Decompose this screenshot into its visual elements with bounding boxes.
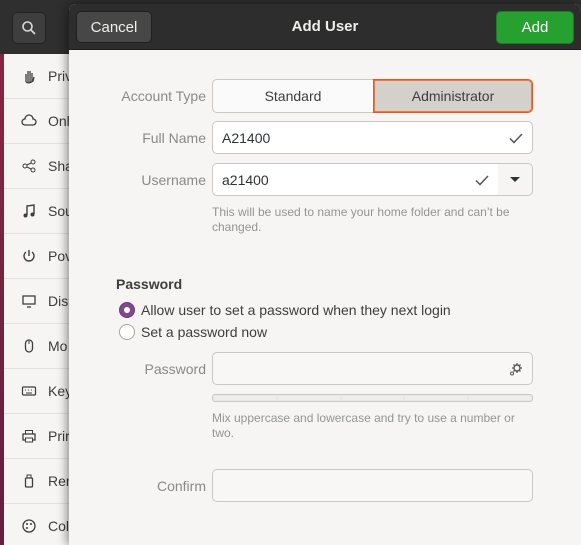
username-dropdown-button[interactable] xyxy=(498,163,533,196)
sidebar-item-color[interactable]: Col xyxy=(4,504,76,545)
sidebar-item-privacy[interactable]: Priv xyxy=(4,54,76,99)
palette-icon xyxy=(20,517,38,535)
search-button[interactable] xyxy=(12,12,46,44)
usb-icon xyxy=(20,472,38,490)
sidebar-item-sharing[interactable]: Sha xyxy=(4,144,76,189)
confirm-label: Confirm xyxy=(156,478,206,494)
username-value: a21400 xyxy=(222,171,269,188)
cloud-icon xyxy=(20,112,38,130)
password-section-title: Password xyxy=(116,276,183,292)
sidebar-item-label: Col xyxy=(48,518,70,534)
keyboard-icon xyxy=(20,382,38,400)
sidebar-item-mouse[interactable]: Mo xyxy=(4,324,76,369)
power-icon xyxy=(20,247,38,265)
add-button[interactable]: Add xyxy=(496,11,574,44)
display-icon xyxy=(20,292,38,310)
cancel-button[interactable]: Cancel xyxy=(76,11,152,43)
checkmark-icon xyxy=(509,133,523,144)
mouse-icon xyxy=(20,337,38,355)
chevron-down-icon xyxy=(510,176,520,182)
hand-icon xyxy=(20,67,38,85)
sidebar-item-label: Prir xyxy=(48,428,70,444)
radio-set-password-now[interactable]: Set a password now xyxy=(119,324,267,340)
full-name-label: Full Name xyxy=(142,130,206,146)
password-hint: Mix uppercase and lowercase and try to u… xyxy=(212,411,515,440)
sidebar-item-sound[interactable]: Sou xyxy=(4,189,76,234)
username-hint: This will be used to name your home fold… xyxy=(212,205,510,234)
account-type-standard-button[interactable]: Standard xyxy=(212,79,374,113)
confirm-password-field[interactable] xyxy=(212,469,533,502)
radio-button-checked[interactable] xyxy=(119,302,135,318)
sidebar-item-label: Onl xyxy=(48,113,70,129)
radio-button-unchecked[interactable] xyxy=(119,324,135,340)
radio-label: Set a password now xyxy=(141,324,268,340)
full-name-value: A21400 xyxy=(222,129,271,146)
sidebar-item-online-accounts[interactable]: Onl xyxy=(4,99,76,144)
dialog-headerbar: Add User Cancel Add xyxy=(69,4,581,50)
settings-sidebar: Priv Onl Sha Sou Pov Dis Mo Key Prir Ren… xyxy=(4,54,76,545)
share-icon xyxy=(20,157,38,175)
radio-label: Allow user to set a password when they n… xyxy=(141,302,451,318)
radio-set-password-next-login[interactable]: Allow user to set a password when they n… xyxy=(119,302,451,318)
account-type-label: Account Type xyxy=(121,88,206,104)
username-label: Username xyxy=(141,172,206,188)
username-field[interactable]: a21400 xyxy=(212,163,499,196)
sidebar-item-label: Dis xyxy=(48,293,69,309)
sidebar-item-removable-media[interactable]: Ren xyxy=(4,459,76,504)
sidebar-item-displays[interactable]: Dis xyxy=(4,279,76,324)
full-name-field[interactable]: A21400 xyxy=(212,121,533,154)
checkmark-icon xyxy=(475,175,489,186)
generate-password-gear-icon[interactable] xyxy=(508,361,524,377)
printer-icon xyxy=(20,427,38,445)
sidebar-item-printers[interactable]: Prir xyxy=(4,414,76,459)
music-note-icon xyxy=(20,202,38,220)
sidebar-item-keyboard[interactable]: Key xyxy=(4,369,76,414)
sidebar-item-power[interactable]: Pov xyxy=(4,234,76,279)
password-field[interactable] xyxy=(212,352,533,385)
search-icon xyxy=(22,21,36,35)
sidebar-item-label: Mo xyxy=(48,338,68,354)
account-type-administrator-button[interactable]: Administrator xyxy=(373,79,533,113)
password-label: Password xyxy=(144,361,206,377)
password-strength-bar xyxy=(212,394,533,402)
add-user-dialog: Add User Cancel Add Account Type Standar… xyxy=(69,4,581,545)
